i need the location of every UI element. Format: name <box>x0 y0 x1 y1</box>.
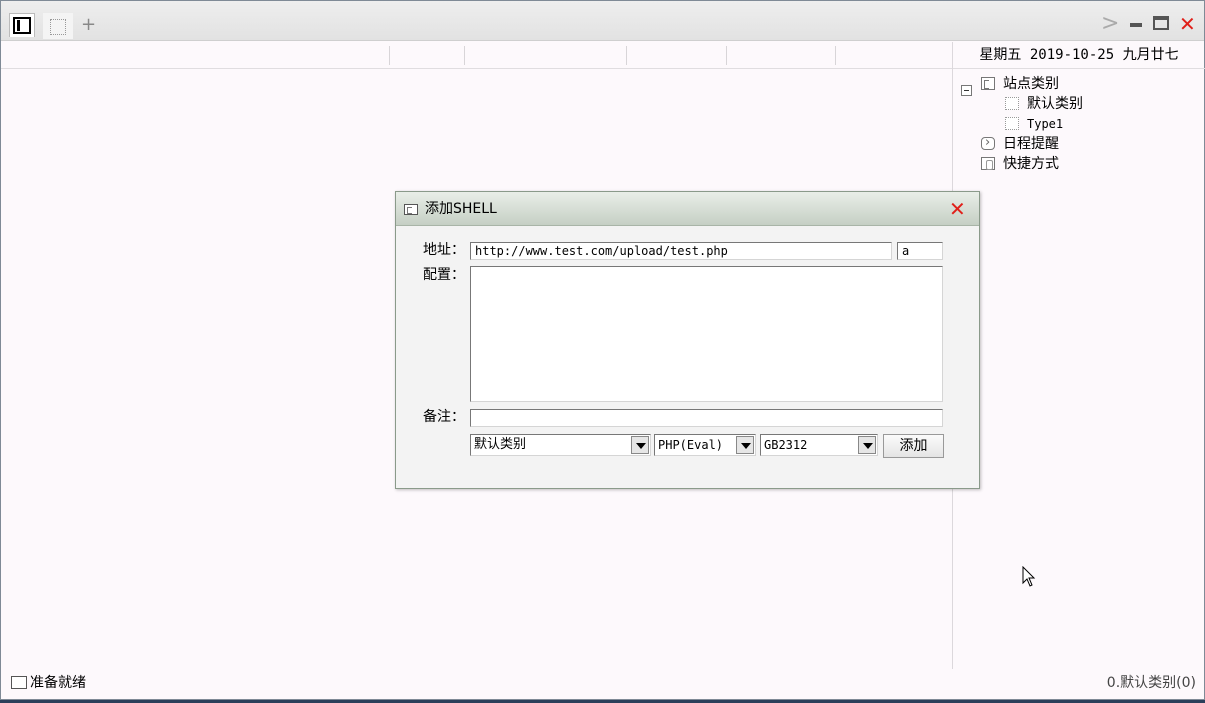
status-left: 准备就绪 <box>11 669 86 697</box>
blank-page-icon <box>1005 97 1019 110</box>
category-select-value: 默认类别 <box>474 437 527 452</box>
minimize-button[interactable] <box>1130 23 1142 27</box>
clock-icon <box>981 133 995 153</box>
column-divider[interactable] <box>464 46 465 65</box>
tab-secondary[interactable] <box>43 13 73 39</box>
tree-item-label: 站点类别 <box>1003 76 1059 92</box>
blank-page-icon <box>1005 117 1019 130</box>
encoding-select-value: GB2312 <box>764 438 808 452</box>
tree-item-label: 日程提醒 <box>1003 136 1059 152</box>
tree-item-schedule[interactable]: 日程提醒 <box>981 133 1059 154</box>
status-text: 准备就绪 <box>30 675 86 691</box>
tree-item-type1[interactable]: Type1 <box>1005 114 1063 134</box>
tab-main[interactable] <box>9 13 35 37</box>
address-label: 地址： <box>423 242 465 258</box>
main-window: + > ✕ 星期五 2019-10-25 九月廿七 站点类别 默认类别 Type… <box>0 0 1205 700</box>
column-divider[interactable] <box>835 46 836 65</box>
tree-item-label: 默认类别 <box>1027 96 1083 112</box>
add-button[interactable]: 添加 <box>883 434 944 458</box>
chevron-right-icon[interactable]: > <box>1101 13 1119 35</box>
status-bar: 准备就绪 0.默认类别(0) <box>1 669 1204 699</box>
note-input[interactable] <box>470 409 943 427</box>
type-select[interactable]: PHP(Eval) <box>654 434 756 456</box>
tree-item-site-category[interactable]: 站点类别 <box>981 74 1059 94</box>
config-label: 配置： <box>423 267 465 283</box>
chevron-down-icon[interactable] <box>858 436 876 454</box>
collapse-toggle[interactable] <box>961 85 972 96</box>
maximize-button[interactable] <box>1153 16 1169 30</box>
password-input[interactable] <box>897 242 943 260</box>
add-shell-dialog: 添加SHELL ✕ 地址： 配置： 备注： 默认类别 PHP(Eval) GB2… <box>395 191 980 489</box>
add-tab-button[interactable]: + <box>81 15 96 35</box>
hand-icon <box>981 157 995 170</box>
column-divider[interactable] <box>389 46 390 65</box>
chevron-down-icon[interactable] <box>736 436 754 454</box>
tree-item-default-category[interactable]: 默认类别 <box>1005 94 1083 114</box>
status-category-count: 0.默认类别(0) <box>1106 675 1196 691</box>
title-bar: + > ✕ <box>1 1 1204 41</box>
panel-icon <box>13 17 31 34</box>
window-icon <box>404 204 418 215</box>
dialog-title: 添加SHELL <box>425 201 497 217</box>
encoding-select[interactable]: GB2312 <box>760 434 878 456</box>
column-divider[interactable] <box>726 46 727 65</box>
mouse-cursor-icon <box>1022 566 1036 587</box>
dialog-close-button[interactable]: ✕ <box>949 192 966 226</box>
dialog-title-bar[interactable]: 添加SHELL ✕ <box>396 192 979 226</box>
tree-item-shortcuts[interactable]: 快捷方式 <box>981 154 1059 174</box>
right-panel: 星期五 2019-10-25 九月廿七 站点类别 默认类别 Type1 日程提醒… <box>952 42 1205 669</box>
close-button[interactable]: ✕ <box>1179 13 1196 35</box>
column-divider[interactable] <box>626 46 627 65</box>
blank-page-icon <box>50 19 66 35</box>
note-label: 备注： <box>423 409 465 425</box>
address-input[interactable] <box>470 242 892 260</box>
tree-item-label: Type1 <box>1027 117 1064 131</box>
config-textarea[interactable] <box>470 266 943 402</box>
window-icon <box>11 676 27 689</box>
type-select-value: PHP(Eval) <box>658 438 724 452</box>
list-column-header <box>1 42 952 69</box>
folder-icon <box>981 77 995 90</box>
date-display: 星期五 2019-10-25 九月廿七 <box>953 42 1205 69</box>
tree-item-label: 快捷方式 <box>1003 156 1059 172</box>
chevron-down-icon[interactable] <box>631 436 649 454</box>
category-select[interactable]: 默认类别 <box>470 434 651 456</box>
